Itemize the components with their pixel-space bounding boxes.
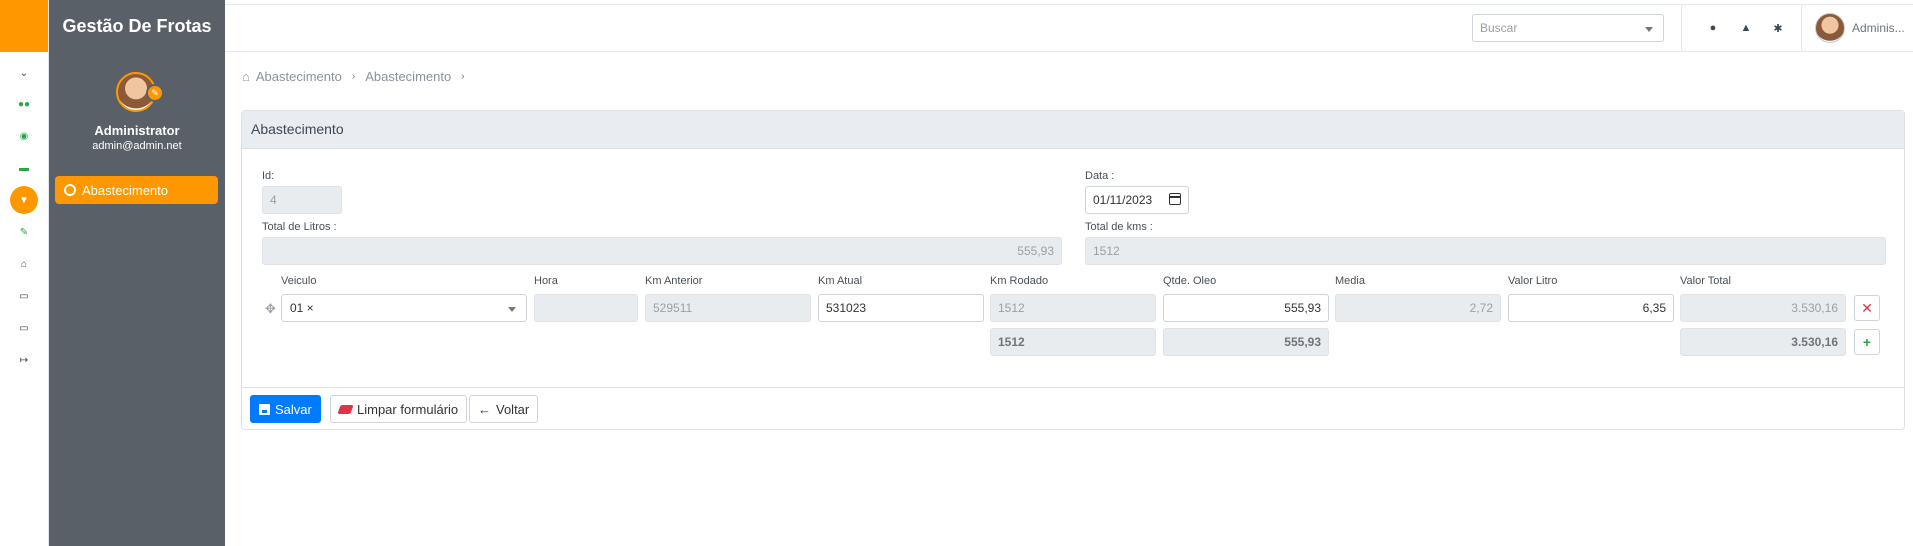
save-icon xyxy=(259,403,270,415)
user-menu[interactable]: Adminis... xyxy=(1852,21,1913,35)
total-kms-field: 1512 xyxy=(1085,237,1886,265)
total-qtde-oleo: 555,93 xyxy=(1163,328,1329,356)
search-placeholder: Buscar xyxy=(1480,21,1518,35)
divider xyxy=(242,387,1904,388)
users-icon[interactable]: ●● xyxy=(13,93,35,115)
chevron-right-icon: › xyxy=(351,71,356,82)
user-email: admin@admin.net xyxy=(92,140,182,152)
total-km-rodado: 1512 xyxy=(990,328,1156,356)
hora-field xyxy=(534,294,638,322)
avatar[interactable] xyxy=(1815,13,1845,43)
total-litros-field: 555,93 xyxy=(262,237,1062,265)
app-title: Gestão De Frotas xyxy=(62,15,212,36)
column-header: Qtde. Oleo xyxy=(1163,275,1217,287)
km-atual-input[interactable]: 531023 xyxy=(818,294,984,322)
monitor-icon[interactable]: ▭ xyxy=(13,317,35,339)
calendar-icon[interactable] xyxy=(1169,193,1181,205)
rail-header xyxy=(0,0,48,52)
save-button-label: Salvar xyxy=(275,401,312,417)
search-select[interactable]: Buscar xyxy=(1472,14,1664,42)
column-header: Hora xyxy=(534,275,558,287)
media-field: 2,72 xyxy=(1335,294,1501,322)
logout-icon[interactable]: ↦ xyxy=(13,349,35,371)
icon-rail: ⌄ ●● ◉ ▬ ▼ ✎ ⌂ ▭ ▭ ↦ xyxy=(0,0,49,546)
date-value: 01/11/2023 xyxy=(1093,193,1153,207)
column-header: Valor Litro xyxy=(1508,275,1558,287)
veiculo-select[interactable]: 01 × xyxy=(281,294,527,322)
circle-icon xyxy=(64,184,76,196)
breadcrumb: ⌂ Abastecimento › Abastecimento › xyxy=(242,69,469,84)
chevron-down-icon[interactable]: ⌄ xyxy=(13,62,35,84)
cogs-icon[interactable]: ✱ xyxy=(1770,20,1786,36)
veiculo-value[interactable]: 01 × xyxy=(290,301,314,315)
date-field[interactable]: 01/11/2023 xyxy=(1085,186,1189,214)
clear-button-label: Limpar formulário xyxy=(357,401,459,417)
car-icon[interactable]: ▬ xyxy=(13,157,35,179)
chevron-right-icon: › xyxy=(461,71,465,82)
valor-total-field: 3.530,16 xyxy=(1680,294,1846,322)
document-icon[interactable]: ▭ xyxy=(13,285,35,307)
save-button[interactable]: Salvar xyxy=(250,395,321,423)
back-button[interactable]: ← Voltar xyxy=(469,395,539,423)
km-rodado-field: 1512 xyxy=(990,294,1156,322)
column-header: Km Atual xyxy=(818,275,863,287)
remove-row-button[interactable]: ✕ xyxy=(1854,295,1880,321)
add-row-button[interactable]: + xyxy=(1854,329,1880,355)
home-icon[interactable]: ⌂ xyxy=(13,253,35,275)
total-kms-label: Total de kms : xyxy=(1085,221,1153,233)
pencil-icon[interactable]: ✎ xyxy=(146,84,164,102)
qtde-oleo-input[interactable]: 555,93 xyxy=(1163,294,1329,322)
km-anterior-field: 529511 xyxy=(645,294,811,322)
divider xyxy=(1681,5,1682,52)
column-header: Km Rodado xyxy=(990,275,1049,287)
chevron-down-icon xyxy=(1645,27,1653,32)
comment-icon[interactable]: ● xyxy=(1705,20,1721,36)
id-field: 4 xyxy=(262,186,342,214)
breadcrumb-item[interactable]: Abastecimento xyxy=(365,69,451,84)
user-name: Administrator xyxy=(94,123,180,138)
move-icon[interactable]: ✥ xyxy=(265,301,276,317)
sidebar-item-abastecimento[interactable]: Abastecimento xyxy=(55,176,218,204)
dashboard-icon[interactable]: ◉ xyxy=(13,125,35,147)
back-button-label: Voltar xyxy=(496,401,530,417)
id-label: Id: xyxy=(262,170,275,182)
chevron-down-icon xyxy=(508,307,516,312)
bell-icon[interactable]: ▲ xyxy=(1738,20,1754,36)
total-valor-total: 3.530,16 xyxy=(1680,328,1846,356)
clear-form-button[interactable]: Limpar formulário xyxy=(330,395,468,423)
valor-litro-input[interactable]: 6,35 xyxy=(1508,294,1674,322)
topbar: Buscar ● ▲ ✱ Adminis... xyxy=(225,4,1913,52)
column-header: Km Anterior xyxy=(645,275,703,287)
date-label: Data : xyxy=(1085,170,1115,182)
wrench-icon[interactable]: ✎ xyxy=(13,221,35,243)
card-title: Abastecimento xyxy=(242,111,1904,149)
eraser-icon xyxy=(337,404,354,414)
divider xyxy=(1801,5,1802,52)
filter-icon[interactable]: ▼ xyxy=(10,186,38,214)
home-icon[interactable]: ⌂ xyxy=(242,69,250,84)
breadcrumb-item[interactable]: Abastecimento xyxy=(256,69,342,84)
arrow-left-icon: ← xyxy=(478,401,491,417)
total-litros-label: Total de Litros : xyxy=(262,221,337,233)
column-header: Veiculo xyxy=(281,275,317,287)
sidebar: Gestão De Frotas ✎ Administrator admin@a… xyxy=(49,0,225,546)
sidebar-item-label: Abastecimento xyxy=(82,182,168,198)
column-header: Valor Total xyxy=(1680,275,1731,287)
form-card: Abastecimento Id: 4 Data : 01/11/2023 To… xyxy=(241,110,1905,430)
column-header: Media xyxy=(1335,275,1365,287)
